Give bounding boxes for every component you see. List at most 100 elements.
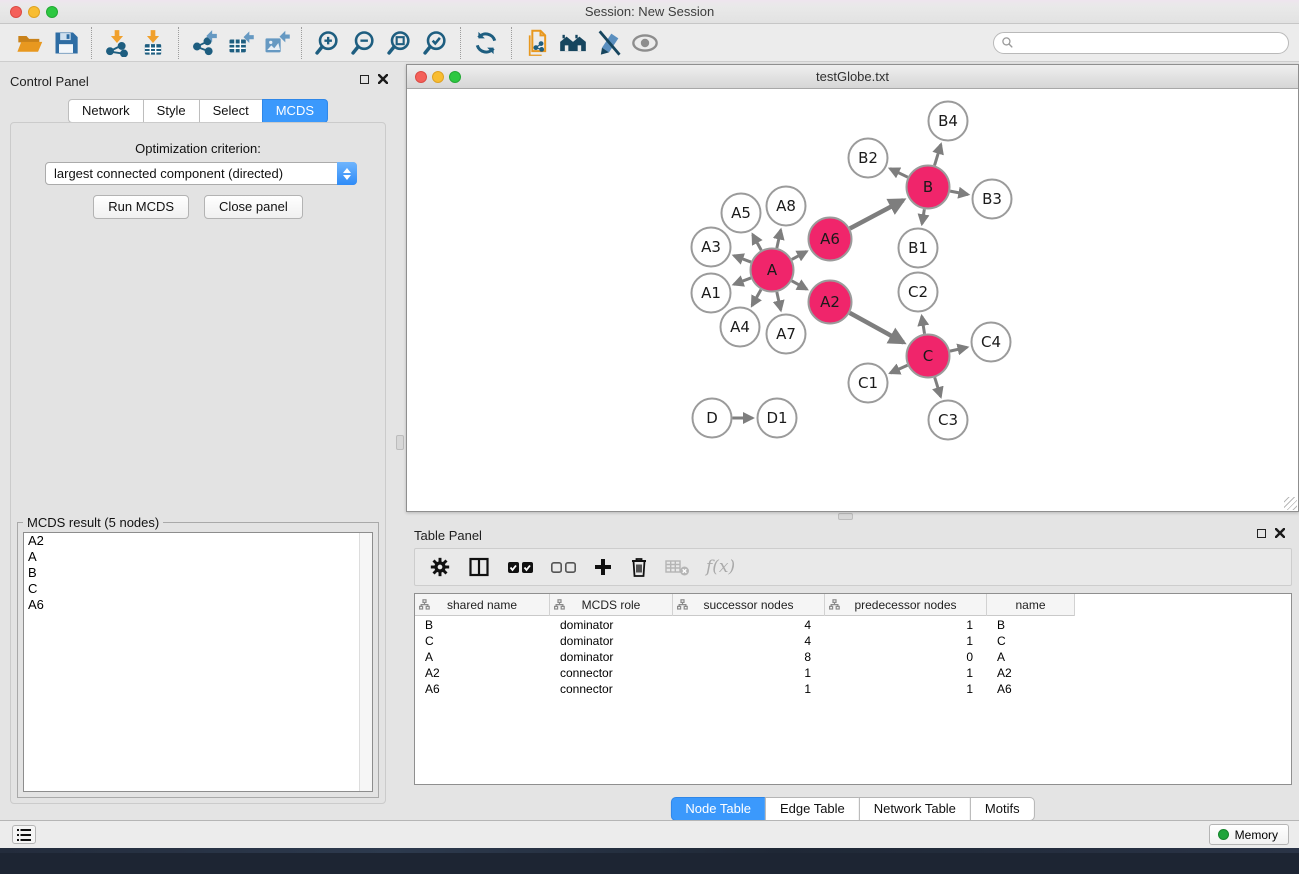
cell-name[interactable]: A6 (987, 681, 1075, 697)
table-row[interactable]: Cdominator41C (415, 633, 1291, 649)
network-view-window[interactable]: testGlobe.txt B4B2BB3A8A5A6A3B1AA1C2A2A4… (406, 64, 1299, 512)
edge-B-B4[interactable] (935, 144, 941, 165)
node-A[interactable]: A (751, 249, 794, 292)
cell-name[interactable]: A2 (987, 665, 1075, 681)
tab-network[interactable]: Network (68, 99, 144, 123)
node-C4[interactable]: C4 (972, 323, 1011, 362)
node-A7[interactable]: A7 (767, 315, 806, 354)
zoom-out-icon[interactable] (345, 26, 381, 60)
cell-predecessor-nodes[interactable]: 1 (825, 681, 987, 697)
node-A2[interactable]: A2 (809, 281, 852, 324)
node-C[interactable]: C (907, 335, 950, 378)
task-history-button[interactable] (12, 825, 36, 844)
node-C3[interactable]: C3 (929, 401, 968, 440)
node-D[interactable]: D (693, 399, 732, 438)
tab-mcds[interactable]: MCDS (262, 99, 328, 123)
node-A4[interactable]: A4 (721, 308, 760, 347)
delete-column-icon[interactable] (629, 552, 649, 582)
node-A1[interactable]: A1 (692, 274, 731, 313)
edge-A-A8[interactable] (777, 230, 781, 248)
close-table-panel-icon[interactable] (1275, 528, 1285, 538)
edge-A-A7[interactable] (777, 292, 781, 310)
edge-B-B1[interactable] (922, 209, 924, 224)
table-row[interactable]: Bdominator41B (415, 617, 1291, 633)
tab-node-table[interactable]: Node Table (670, 797, 766, 821)
search-input[interactable] (1019, 35, 1288, 51)
cell-predecessor-nodes[interactable]: 1 (825, 665, 987, 681)
close-panel-button[interactable]: Close panel (204, 195, 303, 219)
cell-MCDS-role[interactable]: connector (550, 665, 673, 681)
table-row[interactable]: Adominator80A (415, 649, 1291, 665)
tab-style[interactable]: Style (143, 99, 200, 123)
deselect-all-icon[interactable] (550, 552, 577, 582)
tab-select[interactable]: Select (199, 99, 263, 123)
cell-shared-name[interactable]: C (415, 633, 550, 649)
cell-MCDS-role[interactable]: dominator (550, 617, 673, 633)
cell-shared-name[interactable]: A6 (415, 681, 550, 697)
tab-edge-table[interactable]: Edge Table (765, 797, 860, 821)
new-network-from-file-icon[interactable] (519, 26, 555, 60)
node-B4[interactable]: B4 (929, 102, 968, 141)
save-session-icon[interactable] (48, 26, 84, 60)
memory-button[interactable]: Memory (1209, 824, 1289, 845)
edge-A-A3[interactable] (734, 256, 751, 262)
cell-shared-name[interactable]: A2 (415, 665, 550, 681)
export-table-icon[interactable] (222, 26, 258, 60)
import-network-icon[interactable] (99, 26, 135, 60)
gear-icon[interactable] (429, 552, 451, 582)
cell-shared-name[interactable]: A (415, 649, 550, 665)
cell-predecessor-nodes[interactable]: 1 (825, 617, 987, 633)
edge-A-A1[interactable] (734, 278, 751, 284)
edge-A-A2[interactable] (792, 281, 807, 289)
edge-B-B2[interactable] (890, 169, 908, 178)
column-header-MCDS-role[interactable]: MCDS role (550, 594, 673, 616)
edge-C-C1[interactable] (890, 365, 907, 373)
cell-predecessor-nodes[interactable]: 0 (825, 649, 987, 665)
hide-annotations-icon[interactable] (591, 26, 627, 60)
network-window-titlebar[interactable]: testGlobe.txt (407, 65, 1298, 89)
edge-A2-C[interactable] (850, 313, 904, 343)
node-D1[interactable]: D1 (758, 399, 797, 438)
cell-shared-name[interactable]: B (415, 617, 550, 633)
mcds-result-item[interactable]: C (24, 581, 372, 597)
show-details-icon[interactable] (627, 26, 663, 60)
node-C1[interactable]: C1 (849, 364, 888, 403)
cell-MCDS-role[interactable]: connector (550, 681, 673, 697)
table-row[interactable]: A2connector11A2 (415, 665, 1291, 681)
tab-network-table[interactable]: Network Table (859, 797, 971, 821)
mcds-result-item[interactable]: A6 (24, 597, 372, 613)
vertical-splitter-handle[interactable] (396, 435, 404, 450)
edge-C-C2[interactable] (922, 316, 925, 334)
zoom-fit-icon[interactable] (381, 26, 417, 60)
refresh-icon[interactable] (468, 26, 504, 60)
node-A8[interactable]: A8 (767, 187, 806, 226)
select-all-icon[interactable] (507, 552, 534, 582)
mcds-result-item[interactable]: B (24, 565, 372, 581)
float-panel-icon[interactable] (360, 75, 369, 84)
cell-successor-nodes[interactable]: 4 (673, 633, 825, 649)
resize-grip-icon[interactable] (1284, 497, 1297, 510)
edge-C-C4[interactable] (950, 347, 967, 351)
node-table[interactable]: shared nameMCDS rolesuccessor nodesprede… (414, 593, 1292, 785)
zoom-in-icon[interactable] (309, 26, 345, 60)
mcds-result-list[interactable]: A2ABCA6 (23, 532, 373, 792)
cell-successor-nodes[interactable]: 4 (673, 617, 825, 633)
node-B[interactable]: B (907, 166, 950, 209)
node-A5[interactable]: A5 (722, 194, 761, 233)
search-field[interactable] (993, 32, 1289, 54)
mcds-result-item[interactable]: A (24, 549, 372, 565)
cell-MCDS-role[interactable]: dominator (550, 633, 673, 649)
node-B3[interactable]: B3 (973, 180, 1012, 219)
edge-A-A5[interactable] (753, 235, 762, 251)
zoom-selected-icon[interactable] (417, 26, 453, 60)
export-network-icon[interactable] (186, 26, 222, 60)
close-panel-icon[interactable] (378, 74, 388, 84)
open-session-icon[interactable] (12, 26, 48, 60)
edge-A6-B[interactable] (850, 200, 903, 228)
horizontal-splitter-handle[interactable] (838, 513, 853, 520)
column-header-successor-nodes[interactable]: successor nodes (673, 594, 825, 616)
export-image-icon[interactable] (258, 26, 294, 60)
edge-A-A4[interactable] (752, 290, 761, 306)
network-canvas[interactable]: B4B2BB3A8A5A6A3B1AA1C2A2A4A7C4CC1C3DD1 (407, 89, 1298, 511)
mcds-result-item[interactable]: A2 (24, 533, 372, 549)
